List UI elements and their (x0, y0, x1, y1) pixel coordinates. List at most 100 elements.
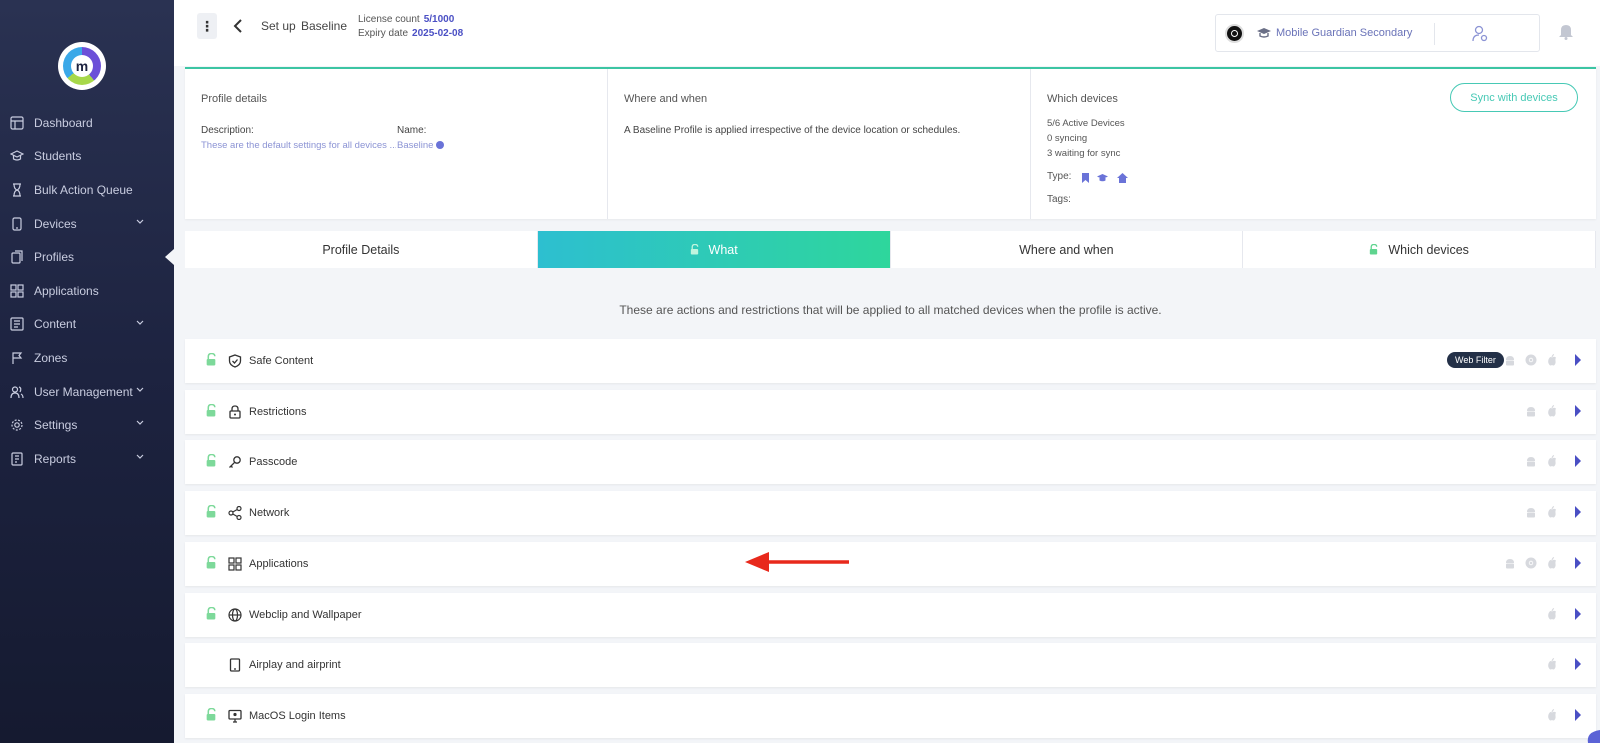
gear-icon (10, 418, 24, 432)
graduation-cap-icon (1257, 28, 1271, 38)
unlocked-icon (1370, 244, 1378, 255)
sidebar-item-reports[interactable]: Reports (0, 442, 174, 476)
sidebar-item-students[interactable]: Students (0, 140, 174, 174)
mobile-guardian-logo[interactable]: m (58, 42, 106, 90)
back-chevron-icon[interactable] (231, 18, 245, 34)
users-icon (10, 385, 24, 399)
tab-label: Profile Details (322, 242, 400, 257)
account-name: Mobile Guardian Secondary (1276, 27, 1413, 39)
section-row-webclip-and-wallpaper[interactable]: Webclip and Wallpaper (185, 592, 1596, 637)
description-label: Description: (201, 125, 254, 136)
sidebar-item-user-management[interactable]: User Management (0, 375, 174, 409)
unlocked-icon (206, 505, 216, 518)
android-icon (1506, 356, 1514, 366)
apple-icon (1548, 354, 1556, 366)
key-icon (229, 456, 241, 469)
tab-which-devices[interactable]: Which devices (1243, 231, 1596, 268)
sidebar-item-label: Applications (34, 283, 99, 298)
section-label: MacOS Login Items (249, 709, 346, 722)
section-label: Safe Content (249, 355, 314, 367)
share-network-icon (228, 506, 242, 521)
user-settings-icon[interactable] (1472, 25, 1488, 42)
android-icon (1506, 558, 1514, 569)
sidebar-item-label: Zones (34, 350, 68, 365)
annotation-arrow (745, 552, 849, 572)
sidebar-item-content[interactable]: Content (0, 308, 174, 342)
waiting-count: 3 waiting for sync (1047, 148, 1121, 159)
sync-with-devices-button[interactable]: Sync with devices (1450, 83, 1578, 112)
sidebar-item-bulk-action-queue[interactable]: Bulk Action Queue (0, 173, 174, 207)
chevron-right-icon[interactable] (1574, 708, 1582, 721)
account-switcher[interactable]: Mobile Guardian Secondary (1215, 14, 1540, 52)
chevron-right-icon[interactable] (1574, 455, 1582, 468)
menu-kebab-button[interactable]: ⋮ (197, 13, 217, 39)
unlocked-icon (206, 707, 216, 721)
name-label: Name: (397, 125, 427, 136)
tab-what[interactable]: What (537, 231, 891, 268)
tab-where-and-when[interactable]: Where and when (891, 231, 1244, 268)
sidebar-item-settings[interactable]: Settings (0, 408, 174, 442)
notification-bell-icon[interactable] (1558, 22, 1574, 40)
section-row-safe-content[interactable]: Safe Content Web Filter (185, 339, 1596, 383)
section-row-passcode[interactable]: Passcode (185, 440, 1596, 485)
web-filter-badge: Web Filter (1447, 352, 1504, 368)
tab-profile-details[interactable]: Profile Details (185, 231, 538, 268)
section-row-airplay-and-airprint[interactable]: Airplay and airprint (185, 643, 1596, 688)
license-value: 5/1000 (423, 14, 455, 25)
tab-label: Which devices (1388, 242, 1469, 257)
section-label: Applications (249, 557, 309, 570)
profile-details-section: Profile details Description: These are t… (185, 69, 608, 219)
content-icon (10, 317, 24, 331)
what-description: These are actions and restrictions that … (619, 303, 1162, 317)
sidebar-item-label: Students (34, 149, 82, 164)
name-value: Baseline (397, 140, 445, 151)
chevron-right-icon[interactable] (1574, 506, 1582, 519)
apple-icon (1548, 658, 1556, 670)
reports-icon (10, 452, 24, 466)
name-text: Baseline (397, 140, 434, 151)
sidebar-item-zones[interactable]: Zones (0, 341, 174, 375)
breadcrumb-setup[interactable]: Set up (261, 19, 296, 33)
section-label: Webclip and Wallpaper (249, 608, 362, 621)
phone-icon (10, 216, 24, 231)
profiles-icon (10, 250, 24, 264)
section-row-restrictions[interactable]: Restrictions (185, 389, 1596, 434)
chevron-down-icon (136, 387, 144, 392)
chevron-right-icon[interactable] (1574, 354, 1582, 366)
chevron-right-icon[interactable] (1574, 404, 1582, 417)
help-chat-icon[interactable] (1586, 730, 1600, 743)
sidebar-item-label: Profiles (34, 250, 75, 265)
apps-grid-icon (228, 557, 242, 571)
android-icon (1527, 406, 1535, 417)
chevron-right-icon[interactable] (1574, 607, 1582, 620)
chevron-down-icon (136, 420, 144, 426)
sidebar-item-profiles[interactable]: Profiles (0, 240, 174, 274)
license-label: License count (358, 14, 420, 25)
android-icon (1527, 508, 1535, 518)
graduation-cap-icon (1097, 174, 1108, 182)
apps-grid-icon (10, 284, 24, 298)
where-when-section: Where and when A Baseline Profile is app… (608, 69, 1031, 219)
breadcrumb-profile: Baseline (301, 19, 348, 33)
sidebar-item-devices[interactable]: Devices (0, 207, 174, 241)
chevron-right-icon[interactable] (1574, 556, 1582, 569)
license-info: License count 5/1000 Expiry date 2025-02-0… (358, 13, 463, 41)
apple-icon (1548, 506, 1556, 518)
sidebar-item-dashboard[interactable]: Dashboard (0, 106, 174, 140)
sidebar-item-applications[interactable]: Applications (0, 274, 174, 308)
unlocked-icon (206, 403, 216, 417)
where-when-title: Where and when (624, 93, 708, 105)
unlocked-icon (206, 555, 216, 569)
top-bar: ⋮ Set up Baseline License count 5/1000 Ex… (174, 0, 1600, 66)
section-row-applications[interactable]: Applications (185, 541, 1596, 586)
home-icon (1117, 173, 1128, 183)
chevron-right-icon[interactable] (1574, 658, 1582, 671)
expiry-value: 2025-02-08 (412, 28, 464, 39)
section-row-macos-login-items[interactable]: MacOS Login Items (185, 693, 1596, 738)
unlocked-icon (206, 353, 216, 366)
section-row-network[interactable]: Network (185, 491, 1596, 536)
divider (1434, 23, 1435, 45)
which-devices-title: Which devices (1047, 93, 1118, 105)
description-value: These are the default settings for all d… (201, 140, 396, 151)
chevron-down-icon (136, 219, 144, 224)
